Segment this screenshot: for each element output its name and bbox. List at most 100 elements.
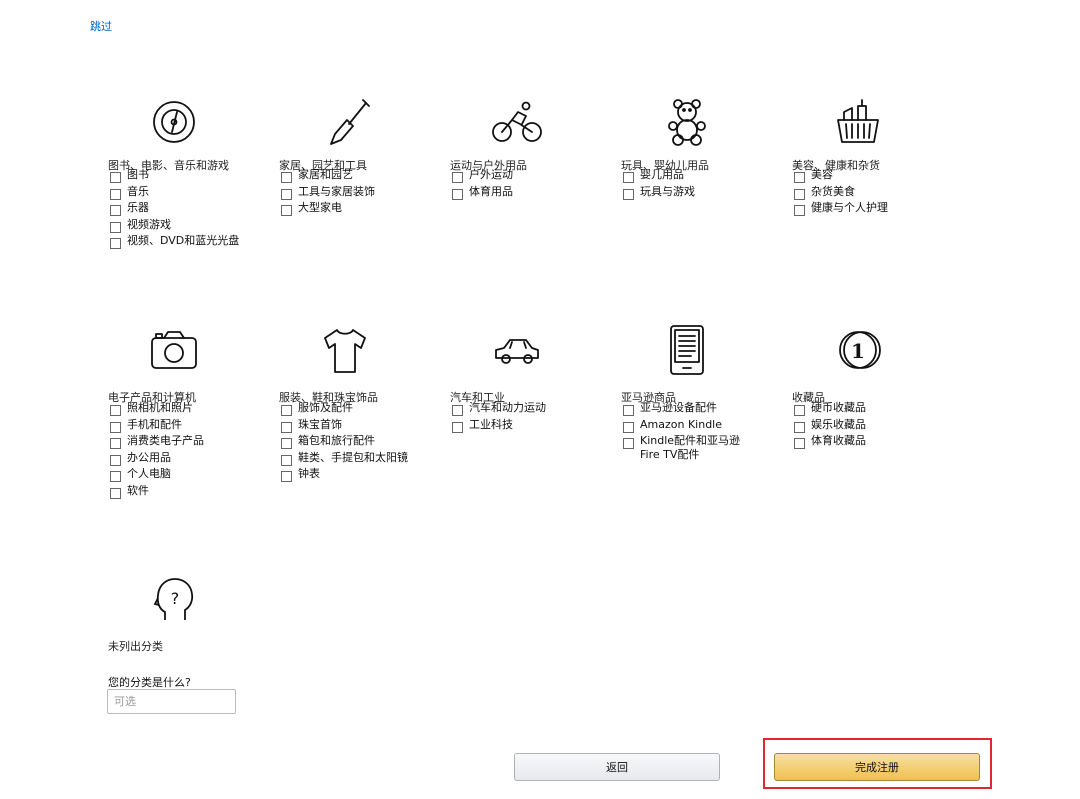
option-label: 消费类电子产品 — [127, 434, 204, 447]
option-checkbox[interactable] — [110, 438, 121, 449]
option-checkbox[interactable] — [110, 471, 121, 482]
option-checkbox[interactable] — [623, 421, 634, 433]
category-option[interactable]: 婴儿用品 — [623, 168, 695, 185]
coin-icon: 1 — [830, 322, 886, 378]
option-label: 箱包和旅行配件 — [298, 434, 375, 447]
option-checkbox[interactable] — [110, 221, 121, 233]
category-option[interactable]: 汽车和动力运动 — [452, 401, 546, 418]
option-checkbox[interactable] — [794, 205, 805, 216]
category-option[interactable]: 硬币收藏品 — [794, 401, 866, 418]
option-checkbox[interactable] — [794, 188, 805, 200]
option-label: 软件 — [127, 483, 149, 497]
option-label: 服饰及配件 — [298, 401, 353, 414]
category-option[interactable]: 户外运动 — [452, 168, 513, 185]
cyclist-icon — [488, 94, 544, 150]
category-option[interactable]: 个人电脑 — [110, 467, 204, 484]
option-checkbox[interactable] — [623, 438, 634, 449]
category-option[interactable]: 鞋类、手提包和太阳镜 — [281, 451, 408, 468]
option-checkbox[interactable] — [110, 454, 121, 466]
back-button[interactable]: 返回 — [514, 753, 720, 781]
option-label: 硬币收藏品 — [811, 401, 866, 414]
finish-registration-button[interactable]: 完成注册 — [774, 753, 980, 781]
teddy-bear-icon — [659, 94, 715, 150]
option-checkbox[interactable] — [110, 487, 121, 499]
category-option[interactable]: 大型家电 — [281, 201, 375, 218]
option-checkbox[interactable] — [452, 188, 463, 200]
category-option[interactable]: 办公用品 — [110, 451, 204, 468]
option-checkbox[interactable] — [794, 438, 805, 449]
category-option[interactable]: Amazon Kindle — [623, 418, 750, 435]
option-label: 图书 — [127, 168, 149, 181]
category-option[interactable]: 照相机和照片 — [110, 401, 204, 418]
option-checkbox[interactable] — [452, 421, 463, 433]
option-checkbox[interactable] — [623, 405, 634, 416]
car-icon — [488, 322, 544, 378]
category-option[interactable]: 体育收藏品 — [794, 434, 866, 451]
category-option[interactable]: 图书 — [110, 168, 239, 185]
option-checkbox[interactable] — [110, 172, 121, 183]
option-label: 户外运动 — [469, 168, 513, 181]
shovel-icon — [317, 94, 373, 150]
option-label: 玩具与游戏 — [640, 184, 695, 198]
category-option[interactable]: 手机和配件 — [110, 418, 204, 435]
category-option[interactable]: 美容 — [794, 168, 888, 185]
option-checkbox[interactable] — [452, 172, 463, 183]
option-label: 体育用品 — [469, 184, 513, 198]
option-label: 大型家电 — [298, 201, 342, 214]
category-option[interactable]: 亚马逊设备配件 — [623, 401, 750, 418]
ereader-icon — [659, 322, 715, 378]
category-option[interactable]: 钟表 — [281, 467, 408, 484]
category-option[interactable]: 工具与家居装饰 — [281, 185, 375, 202]
option-checkbox[interactable] — [281, 438, 292, 449]
category-options-electronics: 照相机和照片 手机和配件 消费类电子产品 办公用品个人电脑软件 — [110, 401, 204, 500]
category-option[interactable]: 乐器 — [110, 201, 239, 218]
category-option[interactable]: 服饰及配件 — [281, 401, 408, 418]
category-options-beauty: 美容 杂货美食 健康与个人护理 — [794, 168, 888, 218]
option-checkbox[interactable] — [110, 405, 121, 416]
option-checkbox[interactable] — [794, 172, 805, 183]
option-checkbox[interactable] — [623, 188, 634, 200]
category-input[interactable] — [107, 689, 236, 714]
category-option[interactable]: 杂货美食 — [794, 185, 888, 202]
option-label: 个人电脑 — [127, 467, 171, 480]
option-checkbox[interactable] — [110, 205, 121, 216]
category-option[interactable]: 体育用品 — [452, 185, 513, 202]
category-option[interactable]: Kindle配件和亚马逊 Fire TV配件 — [623, 434, 750, 467]
option-label: 办公用品 — [127, 450, 171, 464]
option-checkbox[interactable] — [281, 172, 292, 183]
category-option[interactable]: 珠宝首饰 — [281, 418, 408, 435]
category-options-amazon: 亚马逊设备配件 Amazon Kindle Kindle配件和亚马逊 Fire TV… — [623, 401, 750, 467]
category-option[interactable]: 家居和园艺 — [281, 168, 375, 185]
option-label: 视频、DVD和蓝光光盘 — [127, 234, 240, 247]
option-checkbox[interactable] — [281, 471, 292, 482]
category-option[interactable]: 玩具与游戏 — [623, 185, 695, 202]
category-option[interactable]: 软件 — [110, 484, 204, 501]
option-label: Kindle配件和亚马逊 Fire TV配件 — [640, 434, 741, 461]
option-checkbox[interactable] — [794, 405, 805, 416]
category-option[interactable]: 视频游戏 — [110, 218, 239, 235]
option-checkbox[interactable] — [623, 172, 634, 183]
category-option[interactable]: 视频、DVD和蓝光光盘 — [110, 234, 239, 251]
option-label: 家居和园艺 — [298, 168, 353, 181]
option-checkbox[interactable] — [281, 421, 292, 433]
option-checkbox[interactable] — [110, 421, 121, 433]
option-label: 工业科技 — [469, 417, 513, 431]
category-option[interactable]: 健康与个人护理 — [794, 201, 888, 218]
category-option[interactable]: 箱包和旅行配件 — [281, 434, 408, 451]
option-checkbox[interactable] — [794, 421, 805, 433]
option-checkbox[interactable] — [281, 454, 292, 466]
option-checkbox[interactable] — [281, 405, 292, 416]
category-option[interactable]: 消费类电子产品 — [110, 434, 204, 451]
option-checkbox[interactable] — [281, 188, 292, 200]
option-label: 体育收藏品 — [811, 434, 866, 447]
category-option[interactable]: 音乐 — [110, 185, 239, 202]
option-checkbox[interactable] — [110, 238, 121, 249]
option-checkbox[interactable] — [452, 405, 463, 416]
category-option[interactable]: 娱乐收藏品 — [794, 418, 866, 435]
basket-icon — [830, 94, 886, 150]
skip-link[interactable]: 跳过 — [90, 18, 112, 34]
option-checkbox[interactable] — [281, 205, 292, 216]
option-checkbox[interactable] — [110, 188, 121, 200]
option-label: 珠宝首饰 — [298, 417, 342, 431]
category-option[interactable]: 工业科技 — [452, 418, 546, 435]
